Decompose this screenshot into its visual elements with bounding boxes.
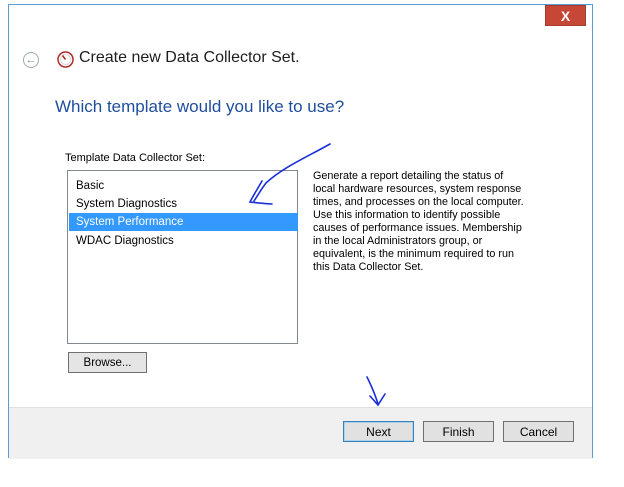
annotation-arrowhead-list [248,180,273,205]
annotation-overlay [248,143,386,407]
annotation-arrowhead-next [369,393,386,407]
annotation-arrow-to-list [253,143,331,202]
